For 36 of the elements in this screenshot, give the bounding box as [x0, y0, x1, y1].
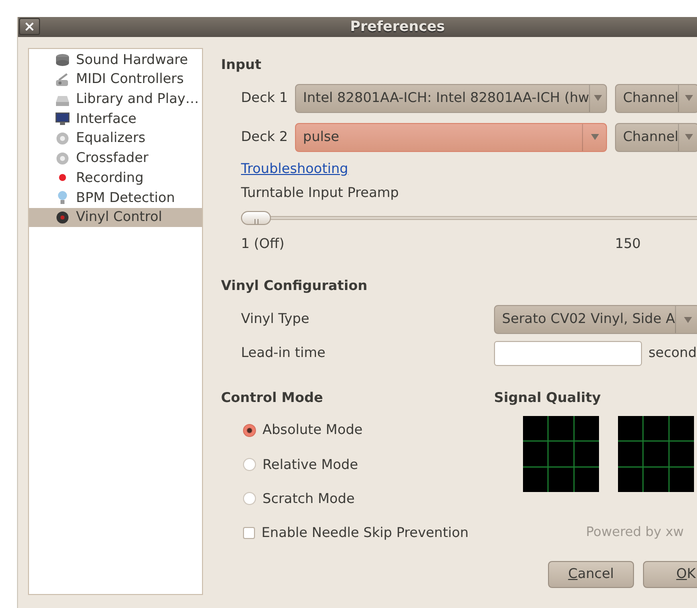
slider-tick-label: 150 [615, 234, 641, 254]
radio-option[interactable]: Relative Mode [243, 454, 358, 475]
sidebar-item[interactable]: Library and Play… [29, 89, 202, 110]
troubleshooting-link[interactable]: Troubleshooting [241, 158, 348, 179]
channels-dropdown[interactable]: Channel [615, 122, 697, 152]
unit-label: second [648, 344, 697, 364]
cancel-button[interactable]: Cancel [548, 560, 634, 588]
section-heading: Vinyl Configuration [221, 276, 368, 296]
deck-label: Deck 2 [241, 128, 289, 148]
sidebar-item[interactable]: Interface [29, 109, 202, 129]
slider-min-label: 1 (Off) [241, 234, 286, 254]
window-title: Preferences [350, 18, 445, 36]
sidebar-item[interactable]: Recording [29, 168, 202, 188]
lead-in-label: Lead-in time [241, 344, 326, 364]
checkbox-option[interactable]: Enable Needle Skip Prevention [243, 523, 469, 544]
sidebar-item[interactable]: Crossfader [29, 148, 202, 168]
sidebar-item[interactable]: Sound Hardware [29, 50, 202, 70]
sidebar-item[interactable]: BPM Detection [29, 188, 202, 208]
powered-by-text: Powered by xw [586, 524, 685, 542]
device-dropdown[interactable]: Intel 82801AA-ICH: Intel 82801AA-ICH (hw [295, 84, 607, 113]
ok-button[interactable]: OK [643, 560, 697, 588]
close-button[interactable]: × [19, 18, 40, 35]
deck-label: Deck 1 [241, 89, 289, 108]
vinyl-type-dropdown[interactable]: Serato CV02 Vinyl, Side A [494, 305, 697, 334]
device-dropdown[interactable]: pulse [295, 122, 607, 152]
sidebar-item[interactable]: Equalizers [29, 128, 202, 148]
radio-option[interactable]: Scratch Mode [243, 488, 355, 509]
section-heading: Input [221, 56, 262, 74]
sidebar-item[interactable]: Vinyl Control [29, 208, 202, 228]
preamp-label: Turntable Input Preamp [241, 184, 400, 204]
vinyl-type-label: Vinyl Type [241, 310, 310, 330]
radio-option[interactable]: Absolute Mode [243, 420, 363, 440]
section-heading: Signal Quality [494, 389, 602, 408]
section-heading: Control Mode [221, 389, 324, 408]
channels-dropdown[interactable]: Channel [615, 84, 697, 113]
sidebar-item[interactable]: MIDI Controllers [29, 70, 202, 90]
